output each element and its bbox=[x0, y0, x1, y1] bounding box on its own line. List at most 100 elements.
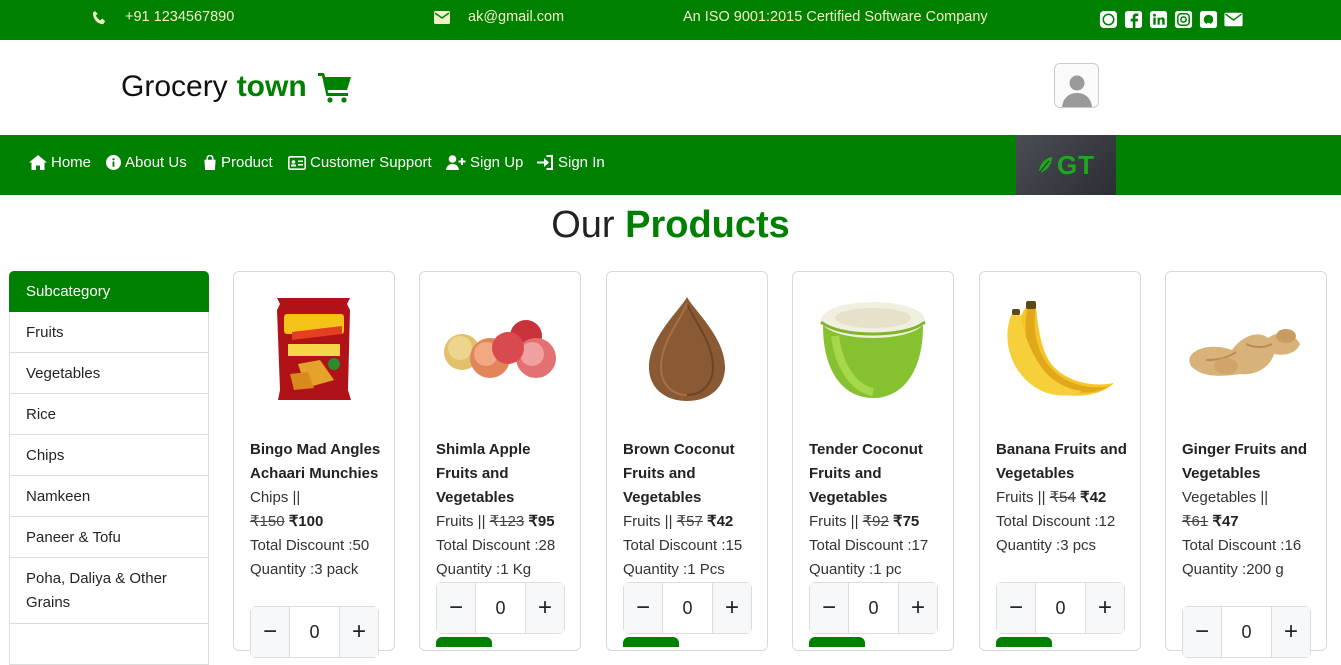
decrease-quantity-button[interactable]: − bbox=[1183, 607, 1221, 657]
gt-logo-text: GT bbox=[1056, 149, 1096, 180]
nav-sign-in-label: Sign In bbox=[558, 154, 605, 171]
increase-quantity-button[interactable]: + bbox=[713, 583, 751, 633]
sign-in-icon bbox=[537, 155, 553, 170]
product-card: Bingo Mad Angles Achaari Munchies Chips … bbox=[233, 271, 395, 658]
decrease-quantity-button[interactable]: − bbox=[251, 607, 289, 657]
product-category: Fruits || bbox=[623, 513, 673, 530]
product-quantity: Quantity :3 pack bbox=[250, 561, 359, 578]
iso-tagline: An ISO 9001:2015 Certified Software Comp… bbox=[683, 9, 988, 25]
add-to-cart-button[interactable] bbox=[809, 637, 865, 647]
increase-quantity-button[interactable]: + bbox=[526, 583, 564, 633]
product-image-brown-coconut[interactable] bbox=[607, 284, 767, 414]
add-to-cart-button[interactable] bbox=[996, 637, 1052, 647]
product-info: Brown Coconut Fruits and Vegetables Frui… bbox=[623, 438, 763, 582]
quantity-stepper: − 0 + bbox=[250, 606, 379, 658]
product-card: Tender Coconut Fruits and Vegetables Fru… bbox=[792, 271, 954, 651]
decrease-quantity-button[interactable]: − bbox=[624, 583, 662, 633]
product-price: ₹47 bbox=[1212, 513, 1239, 530]
product-discount: Total Discount :17 bbox=[809, 537, 929, 554]
subcategory-item-next[interactable] bbox=[9, 624, 209, 665]
quantity-stepper: − 0 + bbox=[436, 582, 565, 634]
product-image-tender-coconut[interactable] bbox=[793, 284, 953, 414]
subcategory-heading: Subcategory bbox=[9, 271, 209, 312]
quantity-value[interactable]: 0 bbox=[662, 583, 713, 633]
subcategory-item-poha-daliya[interactable]: Poha, Daliya & Other Grains bbox=[9, 558, 209, 624]
brand-name-part1: Grocery bbox=[121, 70, 228, 103]
decrease-quantity-button[interactable]: − bbox=[810, 583, 848, 633]
user-plus-icon bbox=[446, 155, 466, 170]
subcategory-item-namkeen[interactable]: Namkeen bbox=[9, 476, 209, 517]
brand-name-part2: town bbox=[236, 70, 307, 103]
increase-quantity-button[interactable]: + bbox=[1086, 583, 1124, 633]
product-name[interactable]: Banana Fruits and Vegetables bbox=[996, 438, 1136, 486]
nav-product[interactable]: Product bbox=[203, 154, 273, 171]
add-to-cart-button[interactable] bbox=[623, 637, 679, 647]
product-price: ₹42 bbox=[707, 513, 734, 530]
subcategory-item-fruits[interactable]: Fruits bbox=[9, 312, 209, 353]
product-quantity: Quantity :1 pc bbox=[809, 561, 902, 578]
product-discount: Total Discount :16 bbox=[1182, 537, 1302, 554]
quantity-stepper: − 0 + bbox=[996, 582, 1125, 634]
quantity-value[interactable]: 0 bbox=[289, 607, 340, 657]
facebook-icon[interactable] bbox=[1124, 10, 1143, 29]
quantity-value[interactable]: 0 bbox=[848, 583, 899, 633]
subcategory-sidebar: Subcategory Fruits Vegetables Rice Chips… bbox=[9, 271, 209, 665]
quantity-value[interactable]: 0 bbox=[1035, 583, 1086, 633]
nav-customer-support-label: Customer Support bbox=[310, 154, 432, 171]
increase-quantity-button[interactable]: + bbox=[1272, 607, 1310, 657]
product-image-apples[interactable] bbox=[420, 284, 580, 414]
product-category: Fruits || bbox=[809, 513, 859, 530]
product-discount: Total Discount :15 bbox=[623, 537, 743, 554]
add-to-cart-button[interactable] bbox=[436, 637, 492, 647]
decrease-quantity-button[interactable]: − bbox=[997, 583, 1035, 633]
product-price: ₹100 bbox=[288, 513, 324, 530]
product-name[interactable]: Ginger Fruits and Vegetables bbox=[1182, 438, 1322, 486]
instagram-icon[interactable] bbox=[1174, 10, 1193, 29]
subcategory-item-rice[interactable]: Rice bbox=[9, 394, 209, 435]
gt-logo[interactable]: GT bbox=[1016, 135, 1116, 195]
product-category: Fruits || bbox=[436, 513, 486, 530]
product-image-chips-pack[interactable] bbox=[234, 284, 394, 414]
product-quantity: Quantity :1 Pcs bbox=[623, 561, 725, 578]
user-avatar-icon bbox=[1061, 75, 1092, 107]
product-name[interactable]: Brown Coconut Fruits and Vegetables bbox=[623, 438, 763, 510]
nav-sign-in[interactable]: Sign In bbox=[537, 154, 605, 171]
nav-customer-support[interactable]: Customer Support bbox=[288, 154, 432, 171]
product-name[interactable]: Shimla Apple Fruits and Vegetables bbox=[436, 438, 576, 510]
product-image-ginger[interactable] bbox=[1166, 284, 1326, 414]
product-price: ₹75 bbox=[893, 513, 920, 530]
subcategory-item-paneer-tofu[interactable]: Paneer & Tofu bbox=[9, 517, 209, 558]
product-price: ₹42 bbox=[1080, 489, 1107, 506]
nav-home[interactable]: Home bbox=[29, 154, 91, 171]
home-icon bbox=[29, 155, 47, 170]
product-name[interactable]: Tender Coconut Fruits and Vegetables bbox=[809, 438, 949, 510]
whatsapp-icon[interactable] bbox=[1099, 10, 1118, 29]
decrease-quantity-button[interactable]: − bbox=[437, 583, 475, 633]
user-avatar-button[interactable] bbox=[1054, 63, 1099, 108]
phone-number[interactable]: +91 1234567890 bbox=[125, 9, 234, 25]
github-icon[interactable] bbox=[1199, 10, 1218, 29]
increase-quantity-button[interactable]: + bbox=[340, 607, 378, 657]
product-category: Fruits || bbox=[996, 489, 1046, 506]
quantity-value[interactable]: 0 bbox=[1221, 607, 1272, 657]
increase-quantity-button[interactable]: + bbox=[899, 583, 937, 633]
page-title: Our Products bbox=[0, 204, 1341, 247]
mail-icon[interactable] bbox=[1224, 10, 1243, 29]
nav-sign-up-label: Sign Up bbox=[470, 154, 524, 171]
page-title-part1: Our bbox=[551, 204, 615, 246]
nav-about[interactable]: About Us bbox=[106, 154, 187, 171]
subcategory-item-chips[interactable]: Chips bbox=[9, 435, 209, 476]
top-contact-bar: +91 1234567890 ak@gmail.com An ISO 9001:… bbox=[0, 0, 1341, 40]
brand-logo[interactable]: Grocery town bbox=[121, 70, 353, 104]
email-address[interactable]: ak@gmail.com bbox=[468, 9, 564, 25]
nav-sign-up[interactable]: Sign Up bbox=[446, 154, 523, 171]
quantity-value[interactable]: 0 bbox=[475, 583, 526, 633]
subcategory-item-vegetables[interactable]: Vegetables bbox=[9, 353, 209, 394]
product-category: Vegetables || bbox=[1182, 489, 1269, 506]
product-card: Banana Fruits and Vegetables Fruits || ₹… bbox=[979, 271, 1141, 651]
product-mrp: ₹123 bbox=[489, 513, 525, 530]
product-image-banana[interactable] bbox=[980, 284, 1140, 414]
product-name[interactable]: Bingo Mad Angles Achaari Munchies bbox=[250, 438, 390, 486]
quantity-stepper: − 0 + bbox=[1182, 606, 1311, 658]
linkedin-icon[interactable] bbox=[1149, 10, 1168, 29]
